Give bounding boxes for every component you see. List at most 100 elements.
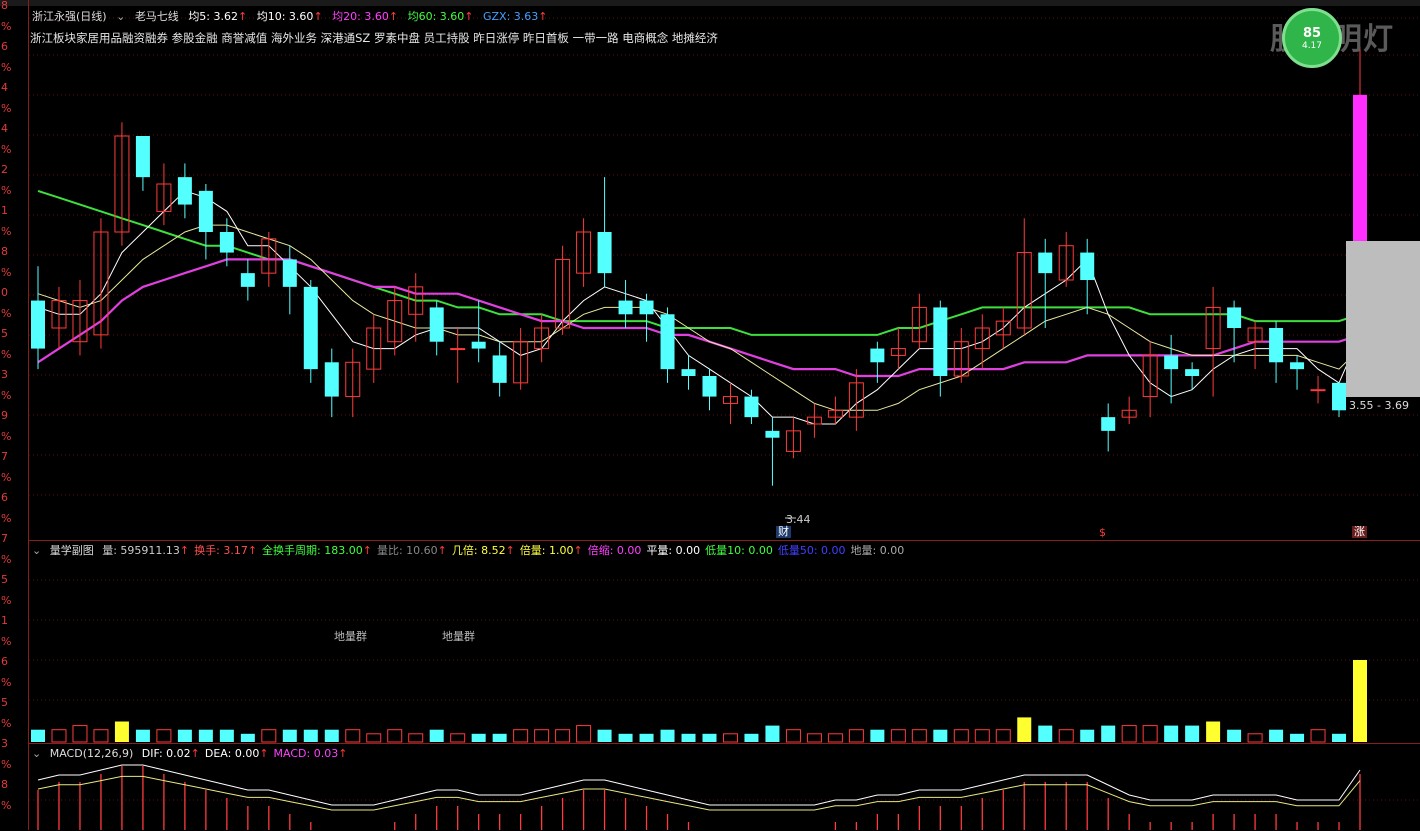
- candle-body: [765, 430, 780, 438]
- volume-bar: [114, 721, 129, 742]
- volume-bar: [513, 729, 529, 743]
- study-name[interactable]: 老马七线: [135, 10, 179, 23]
- volume-bar: [534, 729, 550, 743]
- up-arrow-icon: ↑: [437, 544, 447, 557]
- volume-item: 低量10: 0.00: [705, 544, 773, 557]
- volume-bar: [282, 729, 297, 742]
- candle-body: [639, 300, 654, 315]
- volume-item: 几倍: 8.52: [451, 544, 506, 557]
- volume-bar: [72, 725, 88, 743]
- up-arrow-icon: ↑: [238, 10, 248, 23]
- candle-body: [450, 348, 466, 351]
- volume-bar: [1017, 717, 1032, 742]
- candle-body: [660, 314, 675, 370]
- volume-bar: [1121, 725, 1137, 743]
- volume-note-2: 地量群: [442, 630, 475, 643]
- volume-bar: [303, 729, 318, 742]
- candle-body: [1101, 417, 1116, 431]
- volume-item: 全换手周期: 183.00: [262, 544, 363, 557]
- candle-body: [219, 232, 234, 253]
- gzx-label: GZX: 3.63: [483, 10, 539, 23]
- candle-body: [31, 300, 45, 349]
- up-arrow-icon: ↑: [190, 747, 200, 760]
- ma60-line: [37, 189, 1361, 336]
- volume-bar: [1142, 725, 1158, 743]
- price-range-label: 3.55 - 3.69: [1349, 399, 1409, 412]
- chart-canvas: [29, 17, 1420, 830]
- volume-bar: [660, 729, 675, 742]
- finance-marker[interactable]: 财: [776, 526, 791, 538]
- candle-body: [1185, 369, 1200, 376]
- chevron-down-icon[interactable]: ⌄: [116, 10, 125, 23]
- up-arrow-icon: ↑: [505, 544, 515, 557]
- main-header: 浙江永强(日线) ⌄ 老马七线 均5: 3.62↑ 均10: 3.60↑ 均20…: [32, 10, 554, 24]
- candle-body: [1227, 307, 1242, 328]
- volume-item: 量: 595911.13: [102, 544, 180, 557]
- volume-note-1: 地量群: [334, 630, 367, 643]
- candle-body: [597, 232, 612, 274]
- volume-bar: [1247, 733, 1263, 743]
- chevron-down-icon[interactable]: ⌄: [32, 544, 41, 557]
- macd-item: MACD: 0.03: [273, 747, 339, 760]
- volume-bar: [827, 733, 843, 743]
- dividend-marker[interactable]: $: [1097, 527, 1108, 539]
- volume-bar: [639, 733, 654, 742]
- up-arrow-icon: ↑: [362, 544, 372, 557]
- volume-bar: [1206, 721, 1221, 742]
- volume-bar: [366, 733, 382, 743]
- volume-bar: [429, 729, 444, 742]
- volume-bar: [555, 729, 571, 743]
- volume-bar: [261, 729, 277, 743]
- volume-bar: [492, 733, 507, 742]
- volume-bar: [198, 729, 213, 742]
- volume-bar: [702, 733, 717, 742]
- candle-body: [429, 307, 444, 342]
- volume-bar: [1353, 660, 1367, 742]
- stock-title[interactable]: 浙江永强(日线): [32, 10, 107, 23]
- macd-header: ⌄ MACD(12,26,9) DIF: 0.02↑ DEA: 0.00↑ MACD…: [32, 747, 357, 760]
- volume-bar: [387, 729, 403, 743]
- volume-bar: [1164, 725, 1179, 742]
- candle-body: [618, 300, 633, 315]
- macd-item: DIF: 0.02: [141, 747, 191, 760]
- up-arrow-icon: ↑: [573, 544, 583, 557]
- volume-bar: [1290, 733, 1305, 742]
- volume-header: ⌄ 量学副图 量: 595911.13↑ 换手: 3.17↑ 全换手周期: 183.…: [32, 542, 914, 558]
- up-arrow-icon: ↑: [259, 747, 269, 760]
- volume-title[interactable]: 量学副图: [50, 544, 94, 557]
- candle-body: [492, 355, 507, 383]
- volume-bar: [450, 733, 466, 743]
- volume-bar: [722, 733, 738, 743]
- up-arrow-icon: ↑: [338, 747, 348, 760]
- volume-item: 倍缩: 0.00: [587, 544, 642, 557]
- macd-title[interactable]: MACD(12,26,9): [50, 747, 134, 760]
- volume-bar: [240, 733, 255, 742]
- up-arrow-icon: ↑: [388, 10, 399, 23]
- candle-body: [240, 273, 255, 287]
- brand-logo: 85 4.17: [1282, 8, 1342, 68]
- ma5-line: [37, 190, 1361, 425]
- concept-tags: 浙江板块家居用品融资融券 参股金融 商誉减值 海外业务 深港通SZ 罗素中盘 员…: [30, 31, 718, 45]
- chevron-down-icon[interactable]: ⌄: [32, 747, 41, 760]
- limit-up-marker[interactable]: 涨: [1352, 526, 1367, 538]
- volume-bar: [848, 729, 864, 743]
- ma10-line: [37, 224, 1361, 411]
- volume-bar: [408, 733, 424, 743]
- candle-body: [870, 348, 885, 363]
- volume-bar: [933, 729, 948, 742]
- candle-body: [324, 362, 339, 397]
- candle-body: [744, 396, 759, 418]
- logo-sub: 4.17: [1301, 40, 1323, 51]
- volume-bar: [618, 733, 633, 742]
- volume-bar: [744, 733, 759, 742]
- volume-bar: [974, 729, 990, 743]
- volume-bar: [1080, 729, 1095, 742]
- candle-body: [1269, 328, 1284, 363]
- volume-bar: [31, 729, 45, 742]
- candle-body: [198, 190, 213, 232]
- candle-body: [1164, 355, 1179, 370]
- volume-bar: [1332, 733, 1347, 742]
- volume-bar: [51, 729, 67, 743]
- volume-item: 换手: 3.17: [194, 544, 248, 557]
- volume-bar: [1185, 725, 1200, 742]
